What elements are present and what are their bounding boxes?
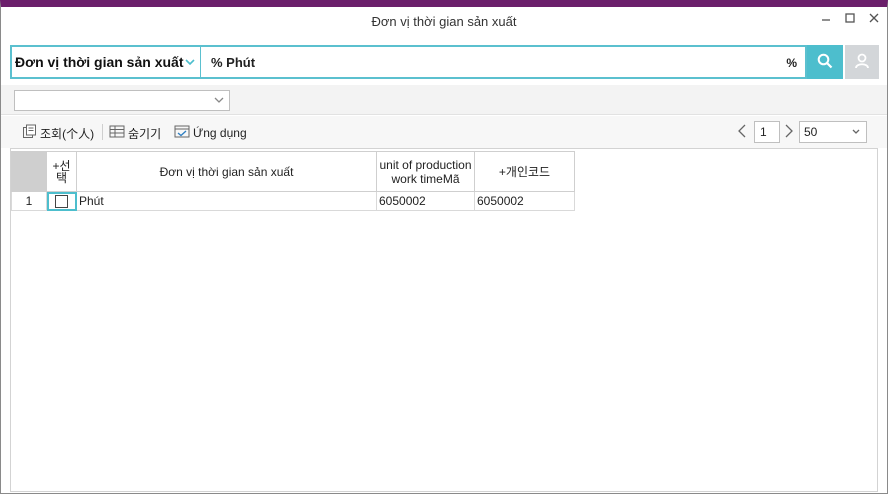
query-label: 조회(个人) <box>40 126 95 141</box>
filter-select[interactable] <box>14 90 230 111</box>
personal-code-column-header[interactable]: +개인코드 <box>474 151 575 192</box>
apply-icon <box>174 124 190 142</box>
query-button[interactable]: 조회(个人) <box>22 124 94 142</box>
grid-table: +선택 Đơn vị thời gian sản xuất unit of pr… <box>11 151 575 211</box>
code-cell[interactable]: 6050002 <box>376 191 475 211</box>
filter-row <box>1 85 887 115</box>
window-controls <box>819 11 881 25</box>
table-row[interactable]: 1 Phút 6050002 6050002 <box>11 191 575 211</box>
chevron-left-icon[interactable] <box>737 124 747 141</box>
grid-header-row: +선택 Đơn vị thời gian sản xuất unit of pr… <box>11 151 575 192</box>
apply-label: Ứng dụng <box>193 126 247 140</box>
minimize-icon[interactable] <box>819 11 833 25</box>
reset-button[interactable] <box>845 45 879 79</box>
search-suffix: % <box>786 56 797 70</box>
chevron-down-icon <box>184 56 196 71</box>
select-column-header[interactable]: +선택 <box>46 151 77 192</box>
window-title: Đơn vị thời gian sản xuất <box>371 14 517 29</box>
search-button[interactable] <box>807 45 843 79</box>
maximize-icon[interactable] <box>843 11 857 25</box>
page-number-input[interactable]: 1 <box>754 121 780 143</box>
row-number-header <box>11 151 47 192</box>
row-select-cell[interactable] <box>46 191 77 211</box>
apply-button[interactable]: Ứng dụng <box>174 124 247 142</box>
title-bar: Đơn vị thời gian sản xuất <box>1 7 887 39</box>
search-icon <box>817 53 833 72</box>
search-input[interactable]: % Phút % <box>200 45 807 79</box>
code-column-header[interactable]: unit of production work timeMã <box>376 151 475 192</box>
search-field-label: Đơn vị thời gian sản xuất <box>15 54 184 70</box>
hide-label: 숨기기 <box>128 126 162 141</box>
chevron-down-icon <box>213 94 225 109</box>
page-size-value: 50 <box>804 125 818 139</box>
hide-icon <box>109 124 125 142</box>
name-cell[interactable]: Phút <box>76 191 377 211</box>
row-checkbox[interactable] <box>55 195 68 209</box>
query-icon <box>22 124 37 142</box>
page-size-select[interactable]: 50 <box>799 121 867 143</box>
close-icon[interactable] <box>867 11 881 25</box>
search-input-value: % Phút <box>211 54 256 70</box>
chevron-right-icon[interactable] <box>784 124 794 141</box>
search-bar: Đơn vị thời gian sản xuất % Phút % <box>10 45 879 79</box>
hide-button[interactable]: 숨기기 <box>109 124 161 142</box>
chevron-down-icon <box>850 126 862 141</box>
name-column-header[interactable]: Đơn vị thời gian sản xuất <box>76 151 377 192</box>
toolbar: 조회(个人) 숨기기 Ứng dụng 1 50 <box>1 116 887 148</box>
data-grid: +선택 Đơn vị thời gian sản xuất unit of pr… <box>10 148 878 492</box>
personal-code-cell[interactable]: 6050002 <box>474 191 575 211</box>
dialog-window: Đơn vị thời gian sản xuất Đơn vị thời gi… <box>0 0 888 494</box>
search-field-select[interactable]: Đơn vị thời gian sản xuất <box>10 45 201 79</box>
page-number-value: 1 <box>760 125 767 139</box>
toolbar-divider <box>102 124 103 140</box>
reset-user-icon <box>853 52 871 73</box>
row-number: 1 <box>11 191 47 211</box>
